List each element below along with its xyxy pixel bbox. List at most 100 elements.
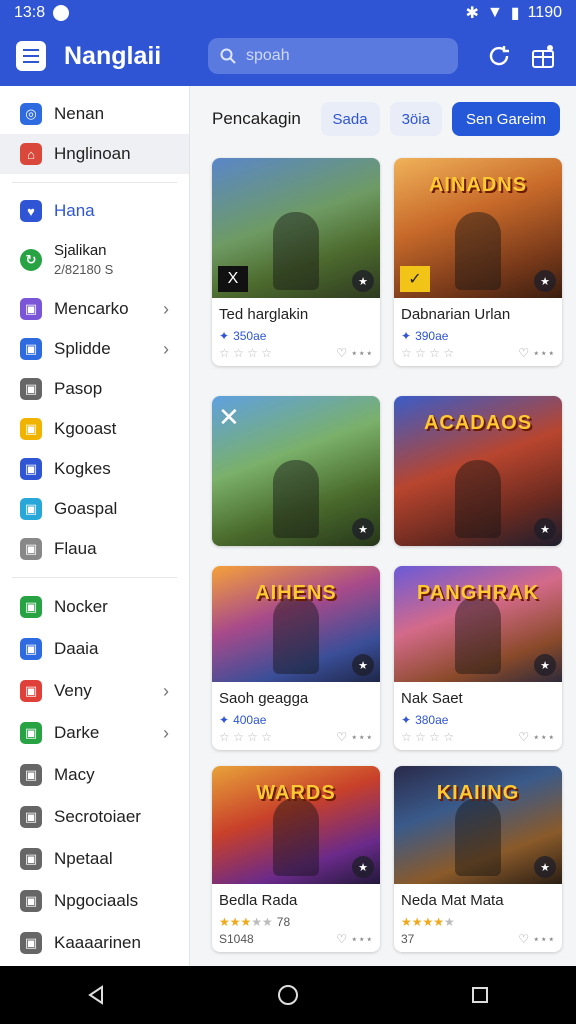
home-button-icon[interactable] xyxy=(268,975,308,1015)
character-art xyxy=(455,460,501,538)
sidebar-item-label: Splidde xyxy=(54,339,111,358)
gift-icon[interactable] xyxy=(526,39,560,73)
status-right-text: 1190 xyxy=(527,4,562,21)
app-icon: ▣ xyxy=(20,848,42,870)
status-bar: 13:8 ✱ ▼ ▮ 1190 xyxy=(0,0,576,26)
game-card[interactable]: WARDS ★ Bedla Rada ★★★★★ 78 S1048 ♡ ⋆⋆⋆ xyxy=(212,766,380,952)
app-bar: Nanglaii xyxy=(0,26,576,86)
game-info: Bedla Rada ★★★★★ 78 S1048 ♡ ⋆⋆⋆ xyxy=(212,884,380,952)
chevron-right-icon: › xyxy=(163,722,169,743)
search-box[interactable] xyxy=(208,38,458,74)
favorite-icon[interactable]: ★ xyxy=(534,518,556,540)
favorite-icon[interactable]: ★ xyxy=(534,856,556,878)
sidebar-item-label: Veny xyxy=(54,681,92,700)
bluetooth-icon: ✱ xyxy=(465,5,479,22)
game-info: Neda Mat Mata ★★★★★ 37 ♡ ⋆⋆⋆ xyxy=(394,884,562,952)
primary-action-button[interactable]: Sen Gareim xyxy=(451,102,560,136)
sidebar-item-goaspal[interactable]: ▣ Goaspal xyxy=(0,489,189,529)
game-card[interactable]: ✕ ★ xyxy=(212,396,380,546)
sidebar-item-kgooast[interactable]: ▣ Kgooast xyxy=(0,409,189,449)
sidebar-item-label: Nocker xyxy=(54,597,108,616)
character-art xyxy=(273,460,319,538)
favorite-icon[interactable]: ★ xyxy=(352,518,374,540)
game-price: 350ae xyxy=(233,329,267,343)
toolbar: Pencakagin Sada 3öia Sen Gareim xyxy=(190,86,576,152)
game-card[interactable]: KIAIING ★ Neda Mat Mata ★★★★★ 37 ♡ ⋆⋆⋆ xyxy=(394,766,562,952)
game-thumbnail: KIAIING ★ xyxy=(394,766,562,884)
game-price: 390ae xyxy=(415,329,449,343)
game-card[interactable]: AIHENS ★ Saoh geagga ✦ 400ae ☆ ☆ ☆ ☆ ♡ ⋆⋆⋆ xyxy=(212,566,380,750)
favorite-icon[interactable]: ★ xyxy=(534,654,556,676)
sidebar-item-splidde[interactable]: ▣ Splidde › xyxy=(0,329,189,369)
sidebar-item-pasop[interactable]: ▣ Pasop xyxy=(0,369,189,409)
sidebar-item-kogkes[interactable]: ▣ Kogkes xyxy=(0,449,189,489)
sidebar-item-hana[interactable]: ♥ Hana xyxy=(0,191,189,231)
sidebar-item-sjalikan[interactable]: ↻ Sjalikan 2/82180 S xyxy=(0,231,189,289)
like-rating[interactable]: ♡ ⋆⋆⋆ xyxy=(518,346,555,360)
game-card[interactable]: X ★ Ted harglakin ✦ 350ae ☆ ☆ ☆ ☆ ♡ ⋆⋆⋆ xyxy=(212,158,380,366)
sidebar-item-kaaaarinen[interactable]: ▣ Kaaaarinen xyxy=(0,922,189,964)
price-icon: ✦ xyxy=(219,713,230,727)
favorite-icon[interactable]: ★ xyxy=(352,856,374,878)
rating-stars: ☆ ☆ ☆ ☆ xyxy=(401,346,455,360)
sidebar-item-flaua[interactable]: ▣ Flaua xyxy=(0,529,189,569)
sidebar-item-label: Flaua xyxy=(54,539,97,558)
sidebar-item-label: Kogkes xyxy=(54,459,111,478)
favorite-icon[interactable]: ★ xyxy=(534,270,556,292)
sidebar-item-macy[interactable]: ▣ Macy xyxy=(0,754,189,796)
game-card[interactable]: ACADAOS ★ xyxy=(394,396,562,546)
price-icon: ✦ xyxy=(401,713,412,727)
app-icon: ▣ xyxy=(20,458,42,480)
sidebar-item-npetaal[interactable]: ▣ Npetaal xyxy=(0,838,189,880)
sidebar-item-secrotoiaer[interactable]: ▣ Secrotoiaer xyxy=(0,796,189,838)
character-art xyxy=(455,798,501,876)
filter-chip-sada[interactable]: Sada xyxy=(320,102,380,136)
sidebar-item-veny[interactable]: ▣ Veny › xyxy=(0,670,189,712)
system-nav-bar xyxy=(0,966,576,1024)
game-price: S1048 xyxy=(219,932,254,946)
app-icon: ▣ xyxy=(20,932,42,954)
sidebar-item-hnglinoan[interactable]: ⌂ Hnglinoan xyxy=(0,134,189,174)
sidebar-item-nocker[interactable]: ▣ Nocker xyxy=(0,586,189,628)
price-icon: ✦ xyxy=(219,329,230,343)
character-art xyxy=(273,212,319,290)
favorite-icon[interactable]: ★ xyxy=(352,654,374,676)
like-rating[interactable]: ♡ ⋆⋆⋆ xyxy=(336,932,373,946)
price-icon: ✦ xyxy=(401,329,412,343)
like-rating[interactable]: ♡ ⋆⋆⋆ xyxy=(518,730,555,744)
like-rating[interactable]: ♡ ⋆⋆⋆ xyxy=(336,730,373,744)
sidebar-item-mencarko[interactable]: ▣ Mencarko › xyxy=(0,289,189,329)
game-info: Dabnarian Urlan ✦ 390ae ☆ ☆ ☆ ☆ ♡ ⋆⋆⋆ xyxy=(394,298,562,366)
character-art xyxy=(455,212,501,290)
filter-chip-3oia[interactable]: 3öia xyxy=(389,102,442,136)
sidebar-item-darke[interactable]: ▣ Darke › xyxy=(0,712,189,754)
close-icon[interactable]: ✕ xyxy=(218,402,240,433)
rating-stars: ☆ ☆ ☆ ☆ xyxy=(401,730,455,744)
like-rating[interactable]: ♡ ⋆⋆⋆ xyxy=(518,932,555,946)
back-icon[interactable] xyxy=(76,975,116,1015)
game-thumbnail: X ★ xyxy=(212,158,380,298)
divider xyxy=(12,182,177,183)
app-icon: ▣ xyxy=(20,806,42,828)
game-card[interactable]: PANGHRAK ★ Nak Saet ✦ 380ae ☆ ☆ ☆ ☆ ♡ ⋆⋆⋆ xyxy=(394,566,562,750)
app-icon: ▣ xyxy=(20,764,42,786)
sidebar-item-label: Hnglinoan xyxy=(54,144,131,163)
favorite-icon[interactable]: ★ xyxy=(352,270,374,292)
sidebar-item-npgociaals[interactable]: ▣ Npgociaals xyxy=(0,880,189,922)
game-card[interactable]: AINADNS ✓ ★ Dabnarian Urlan ✦ 390ae ☆ ☆ ☆ ☆ ♡ ⋆… xyxy=(394,158,562,366)
sidebar-item-daaia[interactable]: ▣ Daaia xyxy=(0,628,189,670)
game-title: Bedla Rada xyxy=(219,892,298,909)
game-logo-text: ACADAOS xyxy=(423,412,533,434)
app-icon: ▣ xyxy=(20,596,42,618)
like-rating[interactable]: ♡ ⋆⋆⋆ xyxy=(336,346,373,360)
app-icon: ▣ xyxy=(20,638,42,660)
sidebar-item-nenan[interactable]: ◎ Nenan xyxy=(0,94,189,134)
app-icon: ▣ xyxy=(20,538,42,560)
status-time: 13:8 xyxy=(14,4,46,21)
menu-icon[interactable] xyxy=(16,41,46,71)
game-thumbnail: AIHENS ★ xyxy=(212,566,380,682)
refresh-icon[interactable] xyxy=(482,39,516,73)
search-input[interactable] xyxy=(246,47,426,65)
recents-icon[interactable] xyxy=(460,975,500,1015)
game-thumbnail: PANGHRAK ★ xyxy=(394,566,562,682)
